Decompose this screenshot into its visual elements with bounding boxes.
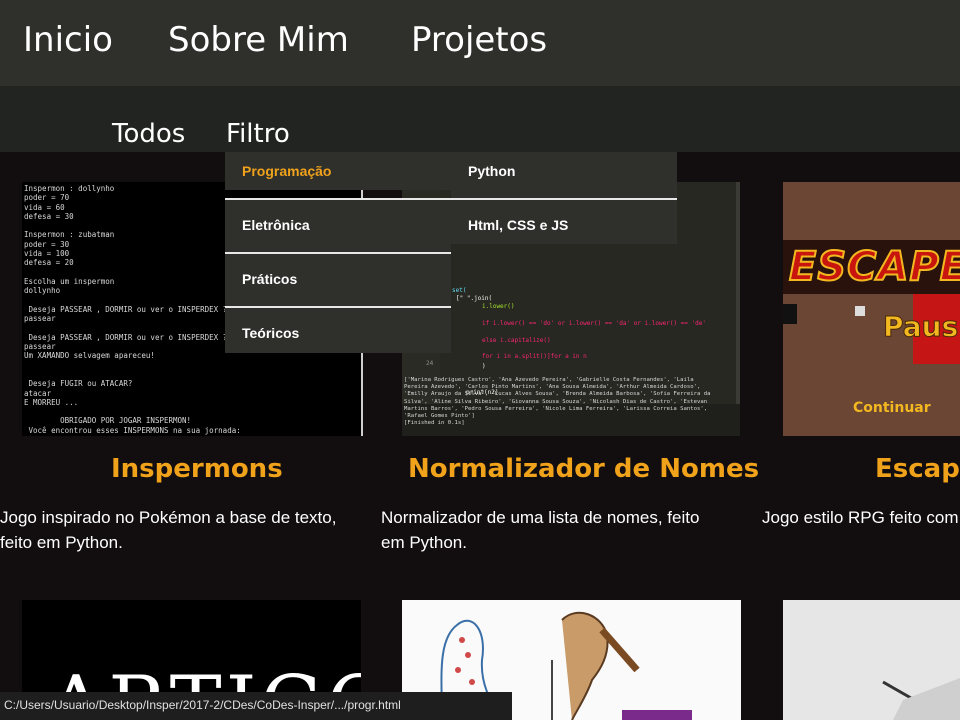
inspermons-title[interactable]: Inspermons xyxy=(111,454,283,484)
filter-sub-html-css-js[interactable]: Html, CSS e JS xyxy=(451,200,677,244)
escape-description: Jogo estilo RPG feito com xyxy=(762,508,959,527)
project-filter-bar: Todos Filtro xyxy=(0,86,960,152)
escape-game-image xyxy=(783,182,960,436)
svg-text:i.lower(): i.lower() xyxy=(482,303,515,310)
escape-thumbnail[interactable]: ESCAPE Paus Continuar xyxy=(783,182,960,436)
filter-dropdown-toggle[interactable]: Filtro xyxy=(226,119,290,149)
escape-pause-text: Paus xyxy=(882,310,959,344)
nav-inicio[interactable]: Inicio xyxy=(23,20,113,60)
svg-text:if i.lower() == 'do' or i.lowe: if i.lower() == 'do' or i.lower() == 'da… xyxy=(482,320,706,327)
svg-text:[" ".join(: [" ".join( xyxy=(456,295,492,302)
svg-text:): ) xyxy=(482,363,486,370)
inspermons-description: Jogo inspirado no Pokémon a base de text… xyxy=(0,508,337,552)
nav-projetos[interactable]: Projetos xyxy=(411,20,547,60)
escape-continue-text: Continuar xyxy=(853,400,931,416)
photo-image xyxy=(783,600,960,720)
filter-category-eletronica[interactable]: Eletrônica xyxy=(225,200,451,252)
normalizador-description: Normalizador de uma lista de nomes, feit… xyxy=(381,508,700,552)
escape-logo-text: ESCAPE xyxy=(788,243,960,291)
filter-sub-label: Html, CSS e JS xyxy=(468,217,569,233)
filter-sub-label: Python xyxy=(468,163,516,179)
normalizador-title[interactable]: Normalizador de Nomes xyxy=(408,454,759,484)
filter-category-teoricos[interactable]: Teóricos xyxy=(225,308,451,353)
escape-title[interactable]: Escape xyxy=(875,454,960,484)
svg-text:else i.capitalize(): else i.capitalize() xyxy=(482,337,551,344)
filter-category-label: Eletrônica xyxy=(242,217,310,233)
filter-sub-python[interactable]: Python xyxy=(451,152,677,198)
filter-category-programacao[interactable]: Programação xyxy=(225,152,451,190)
normalizador-console-output: ['Marina Rodrigues Castro', 'Ana Azevedo… xyxy=(404,377,711,427)
nav-sobre-mim[interactable]: Sobre Mim xyxy=(168,20,349,60)
svg-text:set(: set( xyxy=(452,287,466,294)
filter-category-praticos[interactable]: Práticos xyxy=(225,254,451,306)
filter-category-label: Teóricos xyxy=(242,325,300,341)
menu-divider xyxy=(225,306,451,308)
filter-category-label: Programação xyxy=(242,163,332,179)
filter-all-button[interactable]: Todos xyxy=(112,119,185,149)
svg-text:for i in a.split()]for a in n: for i in a.split()]for a in n xyxy=(482,353,587,360)
top-navbar: Inicio Sobre Mim Projetos xyxy=(0,0,960,86)
status-url: C:/Users/Usuario/Desktop/Insper/2017-2/C… xyxy=(4,698,401,712)
filter-category-label: Práticos xyxy=(242,271,298,287)
photo-thumbnail[interactable] xyxy=(783,600,960,720)
menu-divider xyxy=(225,252,451,254)
browser-status-bar: C:/Users/Usuario/Desktop/Insper/2017-2/C… xyxy=(0,692,512,720)
svg-text:24: 24 xyxy=(426,360,434,367)
